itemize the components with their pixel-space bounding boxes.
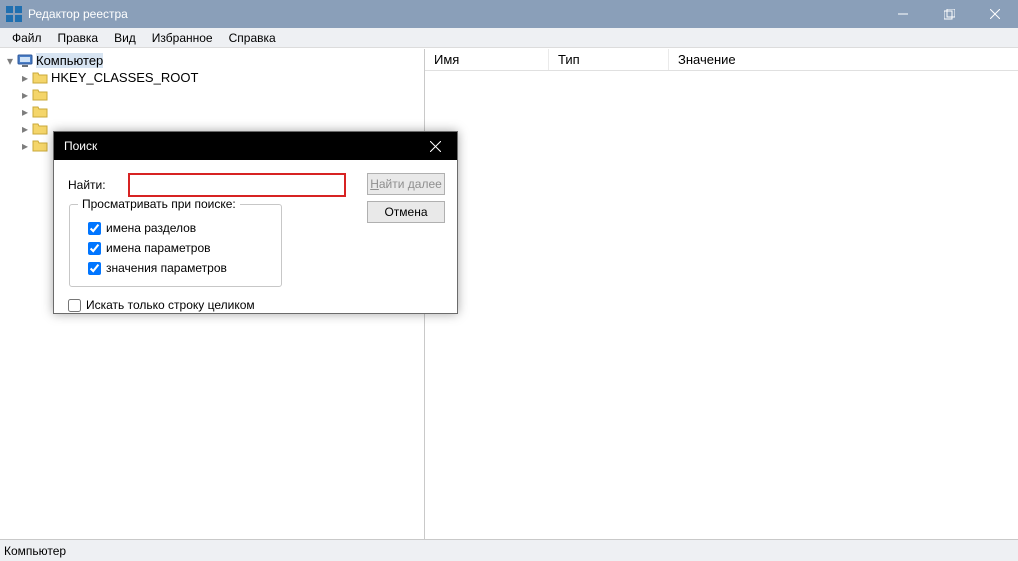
chk-data[interactable]: значения параметров bbox=[88, 258, 272, 278]
app-icon bbox=[6, 6, 22, 22]
tree-item-label: HKEY_CLASSES_ROOT bbox=[51, 70, 198, 85]
menu-edit[interactable]: Правка bbox=[50, 29, 107, 47]
value-list-pane[interactable]: Имя Тип Значение bbox=[425, 49, 1018, 539]
menu-view[interactable]: Вид bbox=[106, 29, 144, 47]
chk-keys-box[interactable] bbox=[88, 222, 101, 235]
tree-item[interactable]: HKEY_CLASSES_ROOT bbox=[1, 69, 421, 86]
chk-data-box[interactable] bbox=[88, 262, 101, 275]
find-dialog: Поиск Найти: Найти далее Отмена Просматр… bbox=[53, 131, 458, 314]
lookat-legend: Просматривать при поиске: bbox=[78, 197, 240, 211]
window-buttons bbox=[880, 0, 1018, 28]
expand-icon[interactable] bbox=[3, 54, 17, 68]
find-next-label: Найти далее bbox=[370, 177, 442, 191]
cancel-button[interactable]: Отмена bbox=[367, 201, 445, 223]
folder-icon bbox=[32, 70, 48, 86]
list-header: Имя Тип Значение bbox=[425, 49, 1018, 71]
col-name[interactable]: Имя bbox=[425, 49, 549, 70]
col-value[interactable]: Значение bbox=[669, 49, 1018, 70]
folder-icon bbox=[32, 138, 48, 154]
dialog-close-button[interactable] bbox=[413, 132, 457, 160]
chk-whole-label: Искать только строку целиком bbox=[86, 298, 255, 312]
dialog-title: Поиск bbox=[64, 139, 413, 153]
window-titlebar: Редактор реестра bbox=[0, 0, 1018, 28]
folder-icon bbox=[32, 104, 48, 120]
status-path: Компьютер bbox=[4, 544, 66, 558]
minimize-button[interactable] bbox=[880, 0, 926, 28]
tree-item[interactable] bbox=[1, 103, 421, 120]
find-label: Найти: bbox=[68, 178, 128, 192]
dialog-titlebar[interactable]: Поиск bbox=[54, 132, 457, 160]
chk-data-label: значения параметров bbox=[106, 261, 227, 275]
chk-keys-label: имена разделов bbox=[106, 221, 196, 235]
lookat-group: Просматривать при поиске: имена разделов… bbox=[69, 204, 282, 287]
expand-icon[interactable] bbox=[18, 139, 32, 153]
expand-icon[interactable] bbox=[18, 105, 32, 119]
find-next-button[interactable]: Найти далее bbox=[367, 173, 445, 195]
chk-values-label: имена параметров bbox=[106, 241, 211, 255]
expand-icon[interactable] bbox=[18, 71, 32, 85]
tree-root[interactable]: Компьютер bbox=[1, 52, 421, 69]
client-area: Компьютер HKEY_CLASSES_ROOT bbox=[0, 48, 1018, 539]
chk-whole-box[interactable] bbox=[68, 299, 81, 312]
dialog-body: Найти: Найти далее Отмена Просматривать … bbox=[54, 160, 457, 313]
find-input[interactable] bbox=[128, 173, 346, 197]
menu-bar: Файл Правка Вид Избранное Справка bbox=[0, 28, 1018, 48]
maximize-button[interactable] bbox=[926, 0, 972, 28]
window-title: Редактор реестра bbox=[28, 7, 880, 21]
chk-values[interactable]: имена параметров bbox=[88, 238, 272, 258]
expand-icon[interactable] bbox=[18, 88, 32, 102]
tree-root-label: Компьютер bbox=[36, 53, 103, 68]
menu-file[interactable]: Файл bbox=[4, 29, 50, 47]
close-button[interactable] bbox=[972, 0, 1018, 28]
chk-whole[interactable]: Искать только строку целиком bbox=[68, 298, 255, 312]
folder-icon bbox=[32, 121, 48, 137]
computer-icon bbox=[17, 53, 33, 69]
expand-icon[interactable] bbox=[18, 122, 32, 136]
chk-keys[interactable]: имена разделов bbox=[88, 218, 272, 238]
menu-help[interactable]: Справка bbox=[221, 29, 284, 47]
menu-favorites[interactable]: Избранное bbox=[144, 29, 221, 47]
chk-values-box[interactable] bbox=[88, 242, 101, 255]
tree-item[interactable] bbox=[1, 86, 421, 103]
status-bar: Компьютер bbox=[0, 539, 1018, 561]
col-type[interactable]: Тип bbox=[549, 49, 669, 70]
folder-icon bbox=[32, 87, 48, 103]
